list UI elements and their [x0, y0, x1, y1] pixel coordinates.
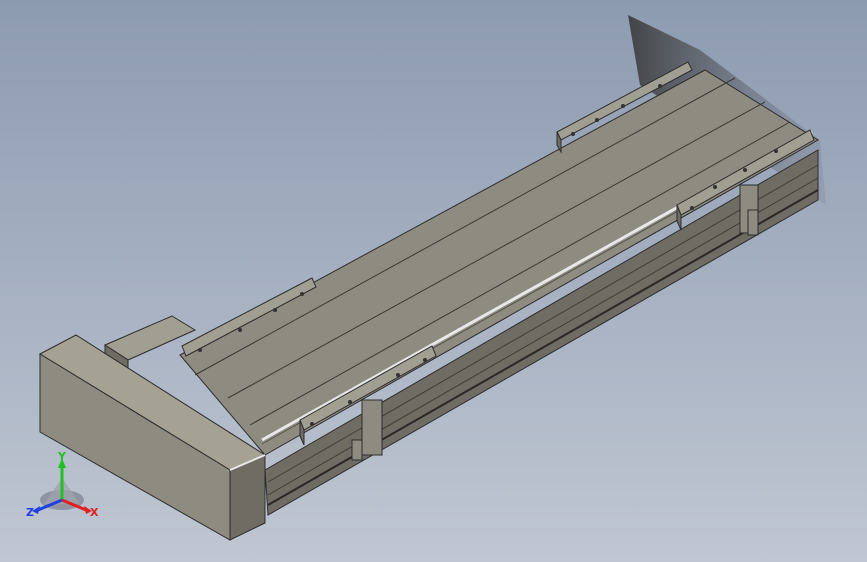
x-axis-label: X: [90, 506, 99, 519]
orientation-triad: Y X Z: [26, 450, 99, 519]
y-axis-label: Y: [57, 450, 67, 463]
linear-module-model[interactable]: [0, 0, 867, 562]
cad-viewport[interactable]: Y X Z: [0, 0, 867, 562]
body-top-face: [179, 69, 819, 456]
z-axis-label: Z: [26, 506, 34, 519]
